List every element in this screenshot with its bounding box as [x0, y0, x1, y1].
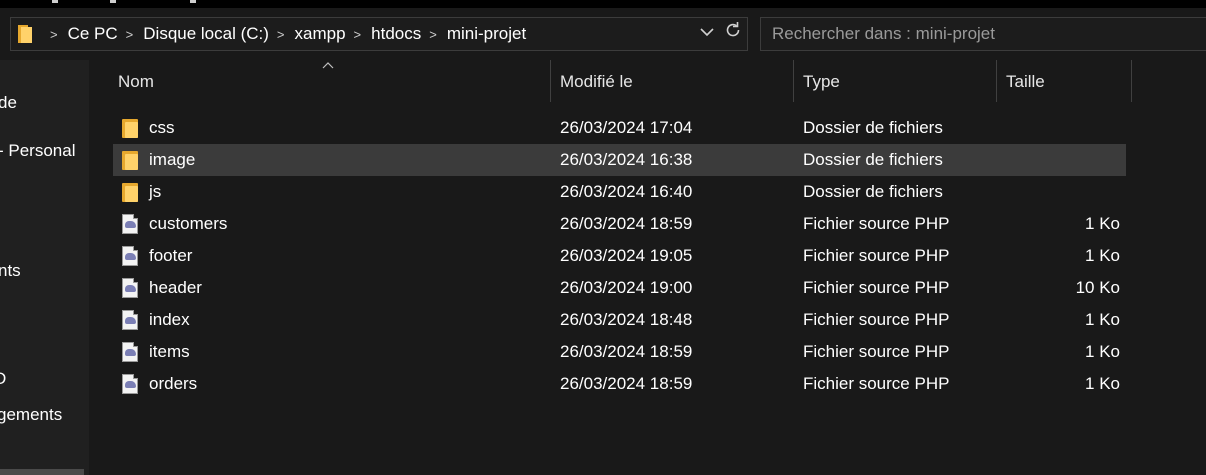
file-name[interactable]: orders — [149, 368, 197, 400]
title-fragment — [52, 0, 58, 3]
file-type: Dossier de fichiers — [803, 182, 943, 201]
list-item[interactable]: index 26/03/2024 18:48 Fichier source PH… — [113, 304, 1126, 336]
column-header-type[interactable]: Type — [803, 60, 840, 102]
folder-icon — [122, 183, 138, 202]
list-item[interactable]: header 26/03/2024 19:00 Fichier source P… — [113, 272, 1126, 304]
php-file-icon — [122, 278, 138, 298]
navigation-pane[interactable]: de - Personal nts D gements — [0, 60, 89, 475]
chevron-right-icon[interactable]: > — [354, 27, 362, 42]
php-file-icon — [122, 214, 138, 234]
file-size: 1 Ko — [1085, 214, 1120, 233]
breadcrumb-ce-pc[interactable]: > Ce PC — [42, 24, 118, 44]
file-list: css 26/03/2024 17:04 Dossier de fichiers… — [113, 112, 1126, 400]
sort-ascending-icon — [322, 58, 334, 72]
php-file-icon — [122, 342, 138, 362]
file-size: 1 Ko — [1085, 374, 1120, 393]
file-size: 1 Ko — [1085, 310, 1120, 329]
column-header-size[interactable]: Taille — [1006, 60, 1045, 102]
file-name[interactable]: js — [149, 176, 161, 208]
breadcrumb-label[interactable]: mini-projet — [447, 24, 526, 44]
file-size: 10 Ko — [1075, 278, 1120, 297]
file-modified: 26/03/2024 18:48 — [560, 310, 693, 329]
file-modified: 26/03/2024 16:38 — [560, 150, 693, 169]
file-name[interactable]: image — [149, 144, 195, 176]
file-modified: 26/03/2024 18:59 — [560, 214, 693, 233]
file-name[interactable]: header — [149, 272, 202, 304]
column-header-name[interactable]: Nom — [118, 60, 154, 102]
nav-item[interactable]: D — [0, 369, 6, 389]
title-fragment — [110, 0, 116, 3]
column-divider[interactable] — [550, 60, 551, 102]
file-modified: 26/03/2024 16:40 — [560, 182, 693, 201]
file-type: Dossier de fichiers — [803, 150, 943, 169]
search-input[interactable]: Rechercher dans : mini-projet — [760, 17, 1206, 51]
file-name[interactable]: css — [149, 112, 175, 144]
file-modified: 26/03/2024 19:05 — [560, 246, 693, 265]
list-item-selected[interactable]: image 26/03/2024 16:38 Dossier de fichie… — [113, 144, 1126, 176]
window-top-strip — [0, 0, 1206, 8]
column-header-modified[interactable]: Modifié le — [560, 60, 633, 102]
file-type: Fichier source PHP — [803, 374, 950, 393]
search-placeholder[interactable]: Rechercher dans : mini-projet — [772, 24, 995, 43]
file-type: Fichier source PHP — [803, 342, 950, 361]
title-fragment — [190, 0, 196, 3]
php-file-icon — [122, 246, 138, 266]
file-name[interactable]: index — [149, 304, 190, 336]
folder-icon — [18, 25, 32, 43]
folder-icon — [122, 151, 138, 170]
breadcrumb-label[interactable]: Ce PC — [68, 24, 118, 44]
file-name[interactable]: footer — [149, 240, 192, 272]
list-item[interactable]: items 26/03/2024 18:59 Fichier source PH… — [113, 336, 1126, 368]
file-type: Dossier de fichiers — [803, 118, 943, 137]
refresh-icon[interactable] — [723, 18, 743, 50]
address-bar[interactable]: > Ce PC > Disque local (C:) > xampp > ht… — [10, 17, 748, 51]
list-item[interactable]: footer 26/03/2024 19:05 Fichier source P… — [113, 240, 1126, 272]
file-list-pane[interactable]: Nom Modifié le Type Taille css 26/03/202… — [89, 60, 1206, 475]
nav-item[interactable]: - Personal — [0, 141, 75, 161]
nav-item[interactable]: gements — [0, 405, 62, 425]
nav-item[interactable]: de — [0, 93, 17, 113]
column-divider[interactable] — [996, 60, 997, 102]
column-divider[interactable] — [1131, 60, 1132, 102]
file-modified: 26/03/2024 17:04 — [560, 118, 693, 137]
file-modified: 26/03/2024 18:59 — [560, 342, 693, 361]
file-name[interactable]: customers — [149, 208, 227, 240]
breadcrumb-mini-projet[interactable]: > mini-projet — [421, 24, 526, 44]
list-item[interactable]: customers 26/03/2024 18:59 Fichier sourc… — [113, 208, 1126, 240]
breadcrumb-htdocs[interactable]: > htdocs — [346, 24, 422, 44]
chevron-right-icon[interactable]: > — [277, 27, 285, 42]
breadcrumb-xampp[interactable]: > xampp — [269, 24, 346, 44]
chevron-right-icon[interactable]: > — [126, 27, 134, 42]
breadcrumb-label[interactable]: Disque local (C:) — [143, 24, 269, 44]
file-type: Fichier source PHP — [803, 310, 950, 329]
chevron-right-icon[interactable]: > — [50, 27, 58, 42]
nav-item[interactable]: nts — [0, 261, 21, 281]
list-item[interactable]: orders 26/03/2024 18:59 Fichier source P… — [113, 368, 1126, 400]
file-type: Fichier source PHP — [803, 278, 950, 297]
breadcrumb-label[interactable]: htdocs — [371, 24, 421, 44]
file-modified: 26/03/2024 19:00 — [560, 278, 693, 297]
column-header-row: Nom Modifié le Type Taille — [89, 60, 1206, 102]
horizontal-scrollbar[interactable] — [0, 469, 84, 475]
chevron-right-icon[interactable]: > — [429, 27, 437, 42]
file-type: Fichier source PHP — [803, 246, 950, 265]
file-name[interactable]: items — [149, 336, 190, 368]
file-size: 1 Ko — [1085, 246, 1120, 265]
list-item[interactable]: js 26/03/2024 16:40 Dossier de fichiers — [113, 176, 1126, 208]
file-size: 1 Ko — [1085, 342, 1120, 361]
php-file-icon — [122, 310, 138, 330]
list-item[interactable]: css 26/03/2024 17:04 Dossier de fichiers — [113, 112, 1126, 144]
chevron-down-icon[interactable] — [699, 18, 715, 50]
breadcrumb-disque-local[interactable]: > Disque local (C:) — [118, 24, 269, 44]
column-divider[interactable] — [793, 60, 794, 102]
file-type: Fichier source PHP — [803, 214, 950, 233]
breadcrumb-label[interactable]: xampp — [295, 24, 346, 44]
folder-icon — [122, 119, 138, 138]
php-file-icon — [122, 374, 138, 394]
file-modified: 26/03/2024 18:59 — [560, 374, 693, 393]
